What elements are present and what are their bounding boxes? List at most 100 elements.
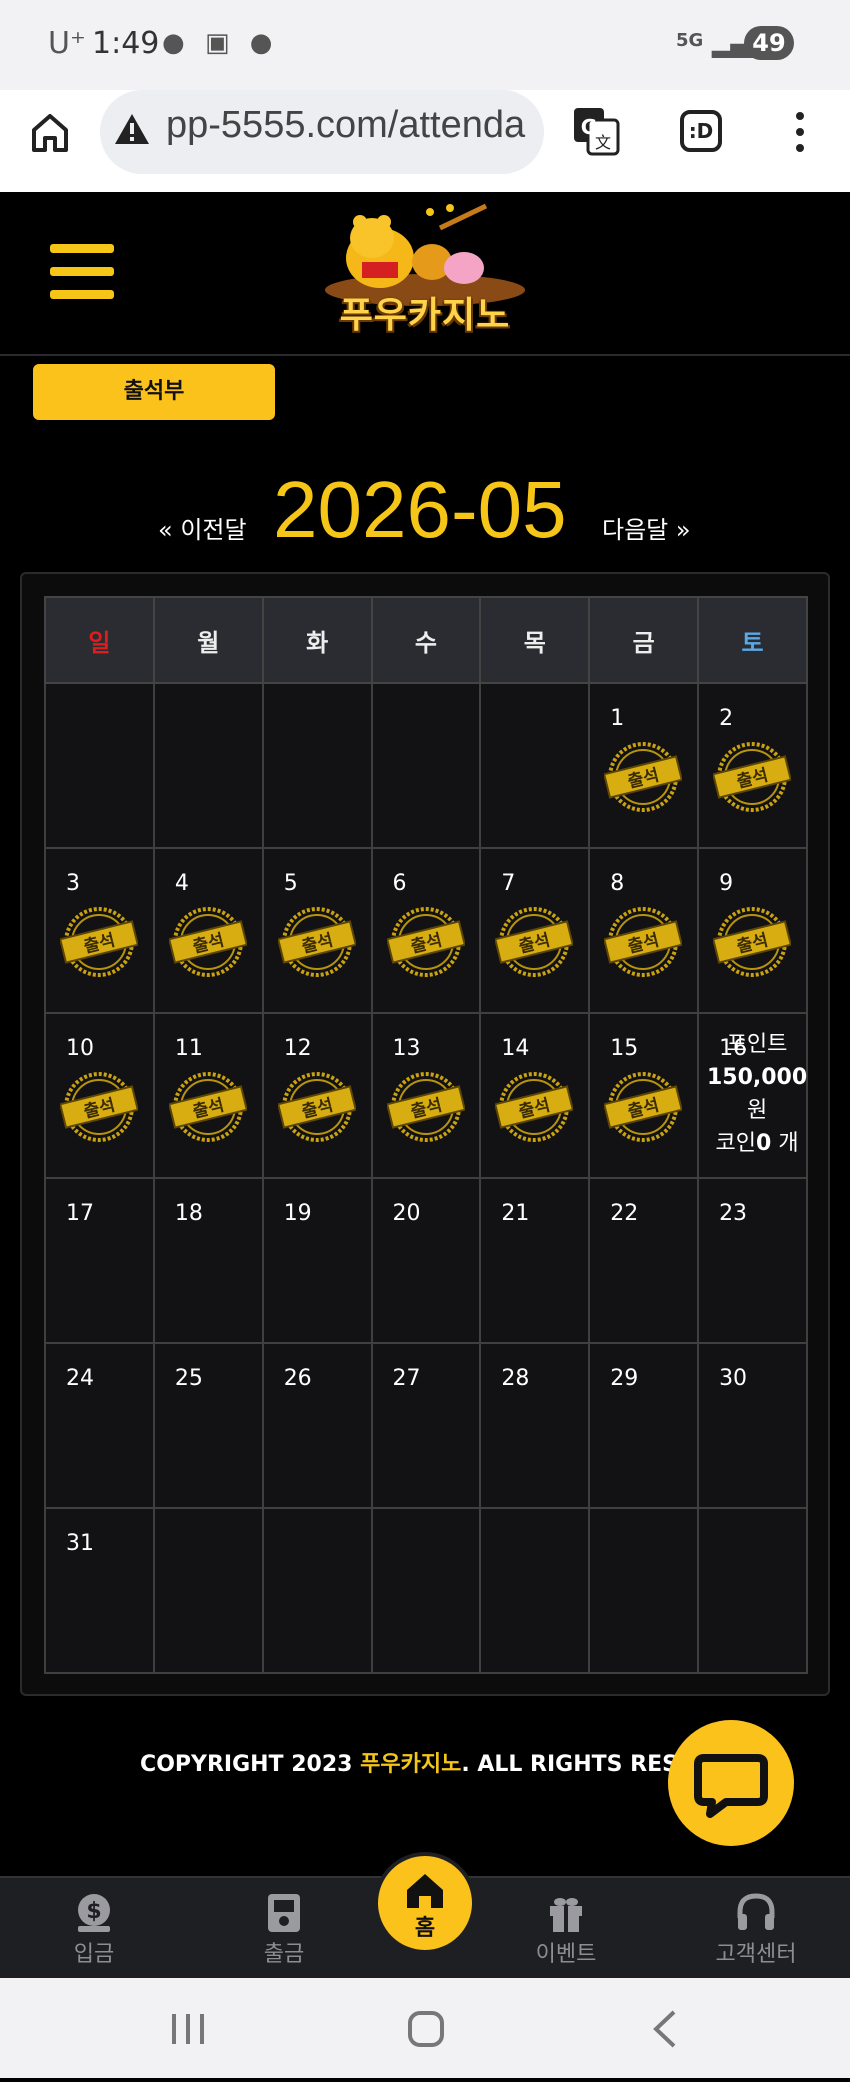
calendar-day-6: 6 출석 [370,847,482,1014]
site-logo[interactable]: 푸우카지노 [310,198,540,348]
calendar-day-12: 12 출석 [261,1012,373,1179]
day-number: 11 [174,1036,203,1061]
home-circle-icon[interactable] [408,2011,444,2047]
calendar-empty-cell [370,682,482,849]
day-number: 10 [66,1036,94,1061]
calendar-day-31: 31 [44,1507,155,1674]
day-number: 21 [501,1201,530,1226]
day-number: 22 [610,1201,639,1226]
day-number: 15 [610,1036,639,1061]
coin-unit: 개 [778,1131,799,1156]
attendance-stamp-icon: 출석 [58,1068,140,1146]
day-number: 1 [610,706,625,731]
day-number: 23 [719,1201,748,1226]
headset-icon [737,1893,775,1930]
android-navigation-bar [0,1978,850,2078]
nav-deposit-label: 입금 [73,1942,115,1967]
attendance-stamp-icon: 출석 [494,903,575,981]
translate-icon[interactable]: G文 [572,106,622,156]
calendar-day-5: 5 출석 [261,847,373,1014]
nav-home[interactable]: 홈 [374,1852,476,1954]
attendance-stamp-icon: 출석 [385,1068,466,1146]
weekday-sat: 토 [697,596,808,684]
calendar-day-21: 21 [479,1177,591,1344]
day-number: 4 [174,871,189,896]
logo-text: 푸우카지노 [339,295,511,336]
attendance-calendar: 일 월 화 수 목 금 토 1 출석 2 출석 3 출석 4 출석 5 출석 6 출석 7 출석 8 출석 9 출… [20,572,830,1696]
day-number: 2 [719,706,734,731]
attendance-stamp-icon: 출석 [385,903,466,981]
weekday-wed: 수 [370,596,482,684]
day-number: 30 [719,1366,748,1391]
live-chat-button[interactable] [668,1720,794,1846]
calendar-table: 일 월 화 수 목 금 토 1 출석 2 출석 3 출석 4 출석 5 출석 6 출석 7 출석 8 출석 9 출… [44,596,808,1674]
nav-home-label: 홈 [414,1916,436,1941]
nav-event-label: 이벤트 [535,1942,597,1967]
calendar-day-20: 20 [370,1177,482,1344]
day-number: 28 [501,1366,530,1391]
day-number: 8 [610,871,625,896]
chat-icon [694,1754,768,1818]
calendar-day-29: 29 [588,1342,700,1509]
calendar-day-19: 19 [261,1177,373,1344]
nav-event[interactable]: 이벤트 [506,1878,626,1980]
calendar-day-1: 1 출석 [588,682,700,849]
weekday-thu: 목 [479,596,591,684]
status-time: 1:49 [92,26,160,61]
more-options-icon[interactable] [790,108,810,158]
nav-withdraw[interactable]: 출금 [224,1878,344,1980]
copyright-brand: 푸우카지노 [360,1752,462,1777]
attendance-stamp-icon: 출석 [167,903,248,981]
day-number: 7 [501,871,516,896]
address-bar[interactable]: pp-5555.com/attenda [100,90,544,174]
attendance-stamp-icon: 출석 [167,1068,248,1146]
notification-icons: ● ▣ ● [162,28,278,58]
calendar-day-11: 11 출석 [152,1012,264,1179]
prev-month-link[interactable]: « 이전달 [158,510,247,545]
calendar-day-27: 27 [370,1342,482,1509]
calendar-empty-cell [697,1507,808,1674]
day-number: 9 [719,871,734,896]
screenshot-icon: ▣ [204,28,236,58]
calendar-empty-cell [370,1507,482,1674]
calendar-day-28: 28 [479,1342,591,1509]
gift-icon [550,1898,582,1932]
calendar-day-26: 26 [261,1342,373,1509]
coin-label: 코인 [715,1131,757,1156]
day-number: 24 [66,1366,94,1391]
home-icon [407,1874,443,1908]
day-number: 13 [392,1036,421,1061]
calendar-day-23: 23 [697,1177,808,1344]
atm-icon [268,1894,300,1932]
attendance-tab[interactable]: 출석부 [33,364,275,420]
calendar-day-22: 22 [588,1177,700,1344]
menu-icon[interactable] [50,244,114,300]
tab-switcher-button[interactable]: :D [680,110,722,152]
attendance-stamp-icon: 출석 [276,903,357,981]
weekday-tue: 화 [261,596,373,684]
warning-icon[interactable] [114,112,150,146]
svg-text:文: 文 [595,133,611,152]
back-icon[interactable] [653,2010,676,2048]
recent-apps-icon[interactable] [172,2014,204,2044]
attendance-stamp-icon: 출석 [276,1068,357,1146]
weekday-header-row: 일 월 화 수 목 금 토 [44,596,808,684]
calendar-week-row: 10 출석 11 출석 12 출석 13 출석 14 출석 15 출석 16 포인트 150,000 원 코인0… [44,1012,809,1179]
browser-home-icon[interactable] [30,110,70,154]
day-number: 3 [66,871,80,896]
day-number: 17 [66,1201,94,1226]
nav-support[interactable]: 고객센터 [696,1878,816,1980]
nav-deposit[interactable]: $ 입금 [34,1878,154,1980]
dollar-coin-icon: $ [78,1894,110,1932]
calendar-day-10: 10 출석 [44,1012,155,1179]
calendar-week-row: 31 [44,1507,808,1674]
calendar-day-14: 14 출석 [479,1012,591,1179]
day-number: 12 [283,1036,312,1061]
today-reward-info: 포인트 150,000 원 코인0 개 [705,1028,809,1160]
calendar-day-25: 25 [152,1342,264,1509]
next-month-link[interactable]: 다음달 » [602,510,691,545]
day-number: 14 [501,1036,530,1061]
svg-text:$: $ [86,1899,101,1924]
calendar-empty-cell [44,682,155,849]
day-number: 18 [174,1201,203,1226]
